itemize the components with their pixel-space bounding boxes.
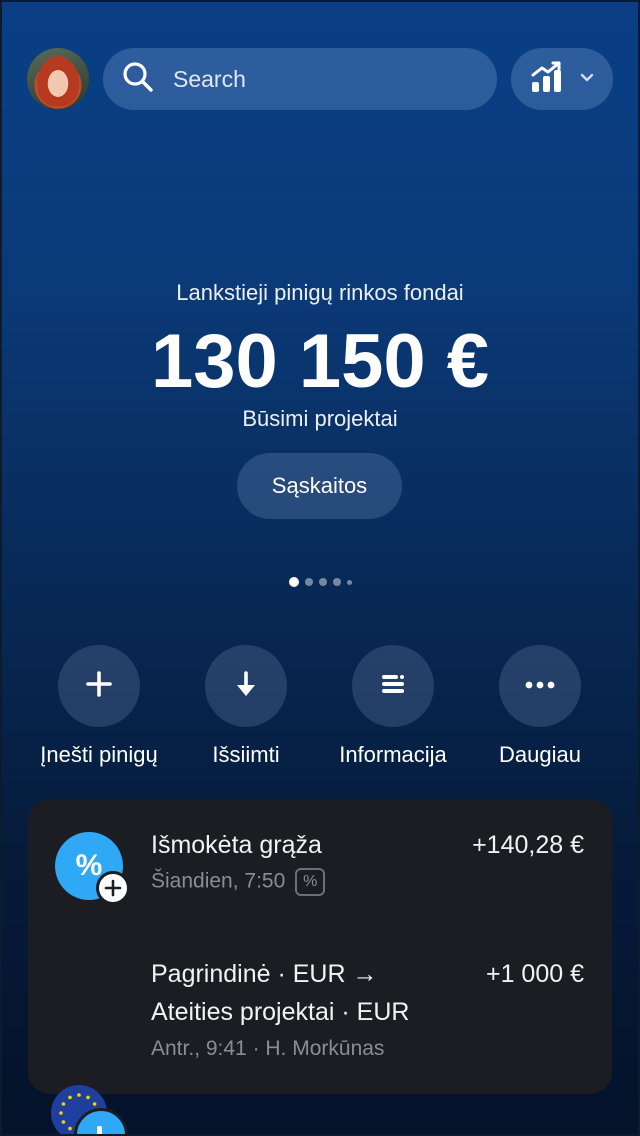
more-button[interactable]: Daugiau [460, 645, 620, 768]
page-dot [332, 578, 341, 586]
transactions-card: % Išmokėta grąža +140,28 € Šiandien, 7:5… [28, 799, 612, 1136]
withdraw-label: Išsiimti [212, 742, 280, 767]
transaction-row[interactable]: % Pagrindinė · EUR → Ateities projektai … [28, 929, 612, 1136]
user-avatar[interactable] [27, 48, 89, 110]
add-money-button[interactable]: Įnešti pinigų [19, 645, 179, 768]
transaction-amount: +140,28 € [472, 831, 584, 859]
accounts-button[interactable]: Sąskaitos [237, 453, 402, 519]
plus-icon [85, 670, 113, 703]
info-list-icon [379, 670, 407, 703]
search-placeholder: Search [173, 65, 246, 92]
transaction-subtitle: Antr., 9:41 · H. Morkūnas [151, 1037, 385, 1060]
information-button[interactable]: Informacija [313, 645, 473, 768]
add-money-label: Įnešti pinigų [40, 742, 158, 767]
balance-amount: 130 150 € [150, 319, 490, 404]
account-label: Būsimi projektai [242, 406, 398, 431]
page-dot [318, 578, 327, 586]
information-label: Informacija [339, 742, 447, 767]
percent-badge-icon: % [295, 868, 326, 896]
transaction-title-line2: Ateities projektai · EUR [151, 998, 410, 1026]
page-dot [346, 579, 352, 585]
more-label: Daugiau [499, 742, 581, 767]
avatar-photo [37, 56, 79, 106]
transaction-date: Šiandien, 7:50 [151, 869, 286, 893]
page-indicator [0, 577, 640, 587]
transaction-row[interactable]: % Išmokėta grąža +140,28 € Šiandien, 7:5… [28, 799, 612, 929]
more-circle[interactable] [499, 645, 581, 727]
chevron-down-icon [580, 70, 594, 88]
add-money-circle[interactable] [58, 645, 140, 727]
transaction-title-line1: Pagrindinė · EUR → [151, 960, 378, 988]
search-icon [121, 60, 155, 99]
information-circle[interactable] [352, 645, 434, 727]
page-dot [304, 578, 313, 586]
quick-actions: Įnešti pinigų Išsiimti Informacija Daugi… [0, 645, 640, 775]
page-dot-active [288, 577, 299, 587]
bar-chart-growth-icon [530, 60, 564, 99]
withdraw-button[interactable]: Išsiimti [166, 645, 326, 768]
account-name: Lankstieji pinigų rinkos fondai [176, 280, 464, 305]
transaction-subtitle: Šiandien, 7:50% [151, 868, 326, 896]
transaction-title: Išmokėta grąža [151, 831, 322, 859]
analytics-button[interactable] [511, 48, 613, 110]
withdraw-circle[interactable] [205, 645, 287, 727]
plus-badge-icon [96, 871, 130, 905]
arrow-down-icon [232, 670, 260, 703]
transaction-amount: +1 000 € [485, 960, 584, 988]
search-input[interactable]: Search [103, 48, 497, 110]
more-dots-icon [525, 677, 555, 695]
